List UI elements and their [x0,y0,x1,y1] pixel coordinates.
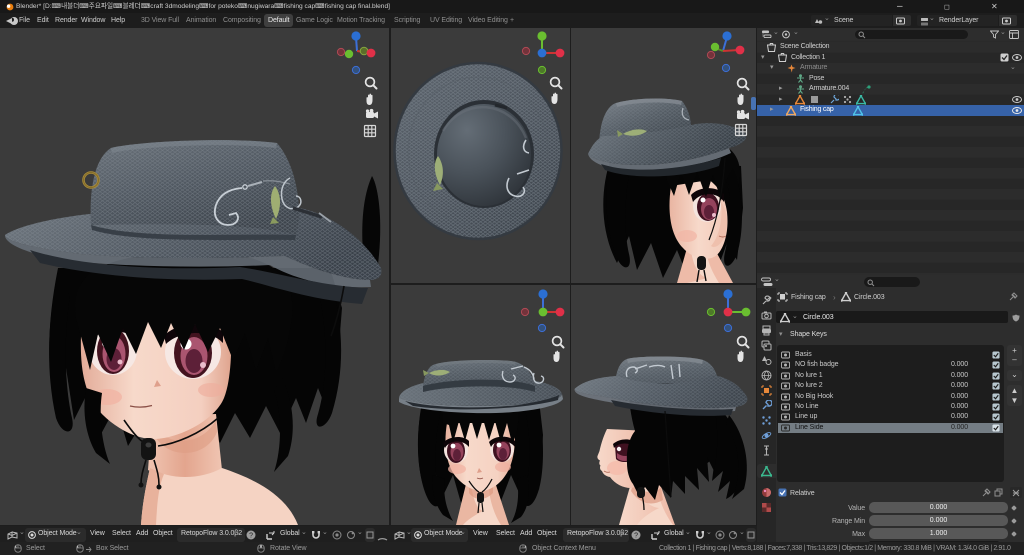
svg-text:?: ? [634,533,638,540]
svg-text:?: ? [249,533,253,540]
